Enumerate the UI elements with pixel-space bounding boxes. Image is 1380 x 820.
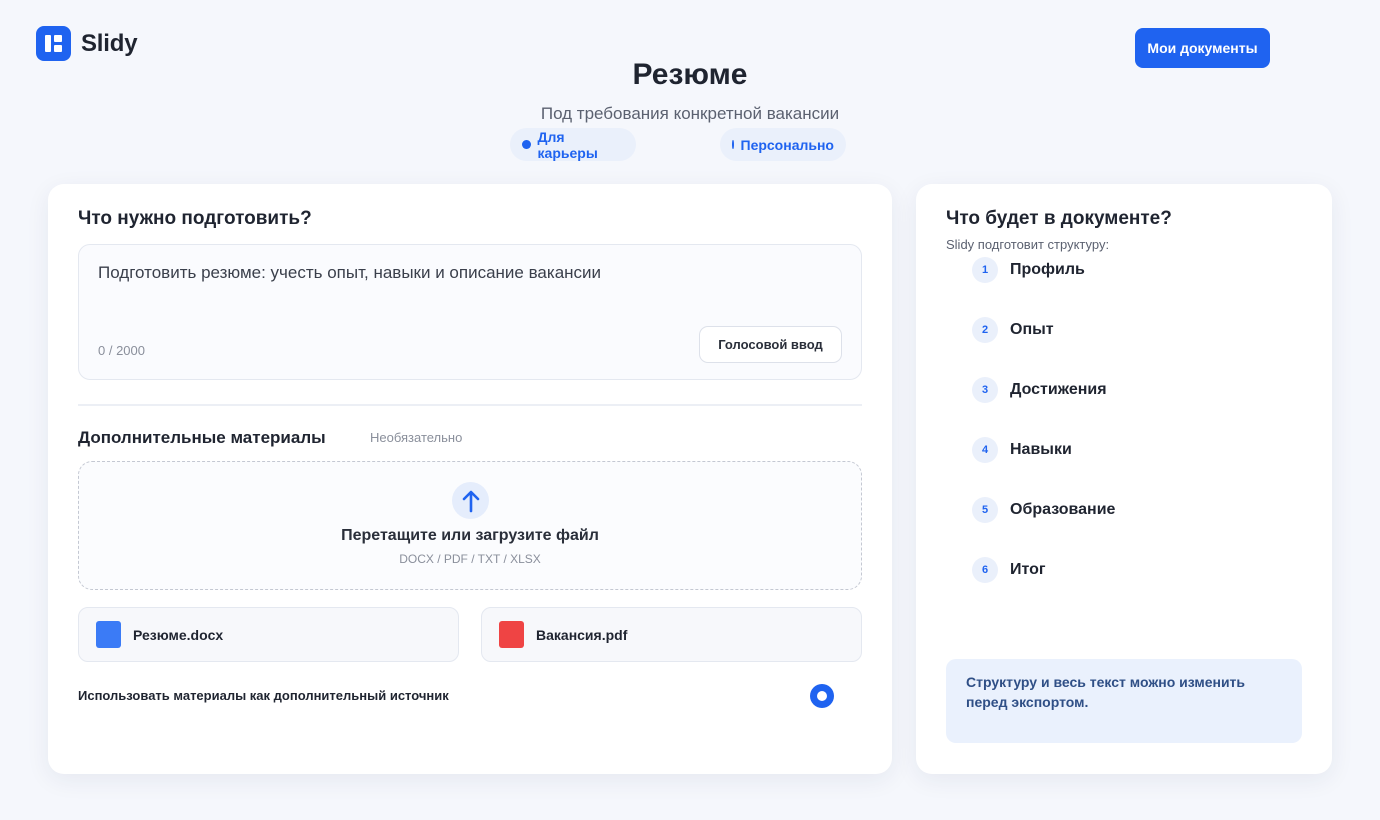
dot-icon [522,140,531,149]
structure-title: Что будет в документе? [946,208,1172,229]
title-block: Резюме Под требования конкретной ваканси… [0,58,1380,124]
structure-number: 6 [972,557,998,583]
page-title: Резюме [632,58,748,91]
use-as-source-label: Использовать материалы как дополнительны… [78,688,449,703]
edit-note: Структуру и весь текст можно изменить пе… [946,659,1302,743]
upload-icon [452,482,489,519]
file-item[interactable]: Вакансия.pdf [481,607,862,662]
structure-label: Достижения [1010,381,1107,398]
logo-text: Slidy [81,29,138,57]
file-item[interactable]: Резюме.docx [78,607,459,662]
dot-icon [732,140,734,149]
structure-card: Что будет в документе? Slidy подготовит … [916,184,1332,774]
logo[interactable]: Slidy [36,26,138,61]
request-card: Что нужно подготовить? Подготовить резюм… [48,184,892,774]
request-title: Что нужно подготовить? [78,208,312,229]
page-subtitle: Под требования конкретной вакансии [540,104,840,123]
structure-item: 3 Достижения [972,377,1107,403]
chip-career: Для карьеры [510,128,636,161]
pdf-file-icon [499,621,524,648]
docx-file-icon [96,621,121,648]
structure-label: Итог [1010,561,1046,578]
structure-number: 5 [972,497,998,523]
chip-label: Персонально [740,136,835,153]
structure-item: 4 Навыки [972,437,1072,463]
char-counter: 0 / 2000 [98,343,145,358]
structure-label: Опыт [1010,321,1054,338]
structure-item: 6 Итог [972,557,1046,583]
voice-input-button[interactable]: Голосовой ввод [699,326,842,363]
use-as-source-radio[interactable] [810,684,834,708]
optional-label: Необязательно [370,430,463,445]
dropzone-formats: DOCX / PDF / TXT / XLSX [399,552,541,566]
chip-label: Для карьеры [537,128,598,161]
file-name: Вакансия.pdf [536,626,628,643]
structure-item: 2 Опыт [972,317,1054,343]
chip-personal: Персонально [720,128,846,161]
file-name: Резюме.docx [133,626,224,643]
prompt-input[interactable]: Подготовить резюме: учесть опыт, навыки … [78,244,862,380]
structure-number: 1 [972,257,998,283]
divider [78,404,862,406]
file-dropzone[interactable]: Перетащите или загрузите файл DOCX / PDF… [78,461,862,590]
structure-item: 5 Образование [972,497,1115,523]
page: Slidy Мои документы Резюме Под требовани… [0,0,1380,820]
structure-number: 3 [972,377,998,403]
structure-label: Образование [1010,501,1116,518]
structure-number: 4 [972,437,998,463]
logo-icon [36,26,71,61]
dropzone-title: Перетащите или загрузите файл [341,527,599,544]
structure-item: 1 Профиль [972,257,1085,283]
structure-label: Профиль [1010,261,1085,278]
structure-label: Навыки [1010,441,1072,458]
structure-number: 2 [972,317,998,343]
materials-title: Дополнительные материалы [78,428,326,447]
structure-subtitle: Slidy подготовит структуру: [946,237,1110,252]
prompt-text: Подготовить резюме: учесть опыт, навыки … [98,263,602,282]
